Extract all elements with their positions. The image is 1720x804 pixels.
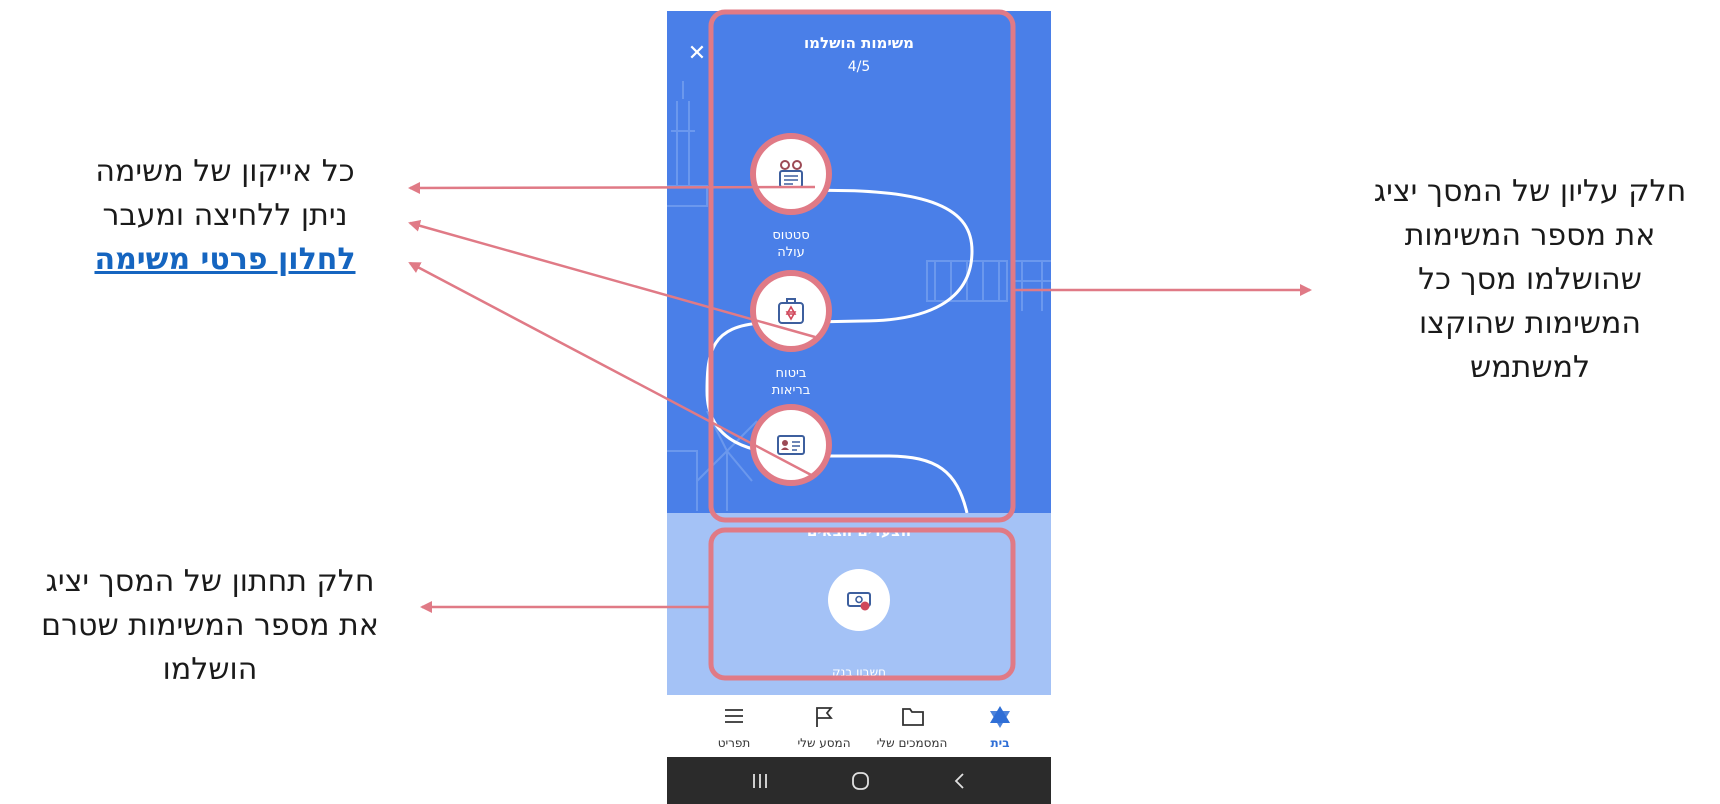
folder-icon xyxy=(902,708,924,726)
task-status-label: סטטוס עולה xyxy=(731,227,851,261)
task-id-card-icon-button[interactable] xyxy=(750,404,832,486)
task-health-insurance-label-line1: ביטוח xyxy=(775,366,807,381)
bottom-navigation: בית המסמכים שלי המסע שלי תפריט xyxy=(667,695,1051,757)
bottom-callout-line3: הושלמו xyxy=(162,652,258,687)
top-callout-line3: שהושלמו מסך כל xyxy=(1418,262,1642,297)
flag-icon xyxy=(816,707,833,727)
id-card-icon xyxy=(777,435,805,455)
recent-apps-icon[interactable] xyxy=(753,774,767,788)
task-status-label-line1: סטטוס xyxy=(772,228,810,243)
top-callout-line1: חלק עליון של המסך יציג xyxy=(1373,174,1687,209)
nav-my-documents-label: המסמכים שלי xyxy=(876,736,948,750)
back-icon[interactable] xyxy=(954,773,964,789)
top-callout-line2: את מספר המשימות xyxy=(1404,218,1656,253)
completed-title: משימות הושלמו xyxy=(803,34,915,52)
task-status-icon-button[interactable] xyxy=(750,133,832,215)
close-icon[interactable]: ✕ xyxy=(685,41,709,66)
nav-menu-label: תפריט xyxy=(717,736,751,750)
nav-home[interactable]: בית xyxy=(955,695,1045,757)
task-bank-account-icon-button[interactable] xyxy=(828,569,890,631)
phone-screenshot: ✕ משימות הושלמו 4/5 סטטוס עולה ביטוח ברי… xyxy=(667,11,1051,804)
icons-callout-line2: ניתן ללחיצה ומעבר xyxy=(102,198,348,233)
task-status-label-line2: עולה xyxy=(777,245,805,260)
android-system-bar xyxy=(667,757,1051,804)
task-bank-account-label: חשבון בנק xyxy=(832,665,886,679)
home-button-icon[interactable] xyxy=(852,772,869,790)
nav-my-journey[interactable]: המסע שלי xyxy=(779,695,869,757)
completed-count: 4/5 xyxy=(847,59,871,75)
nav-home-label: בית xyxy=(990,736,1010,750)
next-steps-title: הצעדים הבאים xyxy=(806,522,912,540)
nav-my-documents[interactable]: המסמכים שלי xyxy=(867,695,957,757)
completed-tasks-area: ✕ משימות הושלמו 4/5 סטטוס עולה ביטוח ברי… xyxy=(667,11,1051,513)
icons-callout-line1: כל אייקון של משימה xyxy=(95,154,355,189)
bottom-callout-line1: חלק תחתון של המסך יציג xyxy=(45,564,375,599)
top-callout: חלק עליון של המסך יציג את מספר המשימות ש… xyxy=(1340,170,1720,390)
icons-callout: כל אייקון של משימה ניתן ללחיצה ומעבר לחל… xyxy=(40,150,410,282)
bottom-callout: חלק תחתון של המסך יציג את מספר המשימות ש… xyxy=(0,560,420,692)
next-steps-area: הצעדים הבאים חשבון בנק xyxy=(667,513,1051,695)
task-health-insurance-label: ביטוח בריאות xyxy=(731,365,851,399)
top-callout-line5: למשתמש xyxy=(1469,350,1591,385)
background-landmarks-illustration xyxy=(667,81,1051,513)
task-details-link[interactable]: לחלון פרטי משימה xyxy=(40,238,410,282)
family-documents-icon xyxy=(779,160,803,188)
hamburger-menu-icon xyxy=(725,709,743,723)
task-health-insurance-icon-button[interactable] xyxy=(750,270,832,352)
bottom-callout-line2: את מספר המשימות שטרם xyxy=(41,608,379,643)
nav-my-journey-label: המסע שלי xyxy=(797,736,851,750)
task-health-insurance-label-line2: בריאות xyxy=(771,383,811,398)
nav-menu[interactable]: תפריט xyxy=(689,695,779,757)
bank-money-icon xyxy=(847,592,871,611)
system-nav-buttons xyxy=(753,772,964,790)
star-of-david-icon xyxy=(990,706,1010,728)
top-callout-line4: המשימות שהוקצו xyxy=(1418,306,1642,341)
medical-kit-star-of-david-icon xyxy=(778,298,804,324)
